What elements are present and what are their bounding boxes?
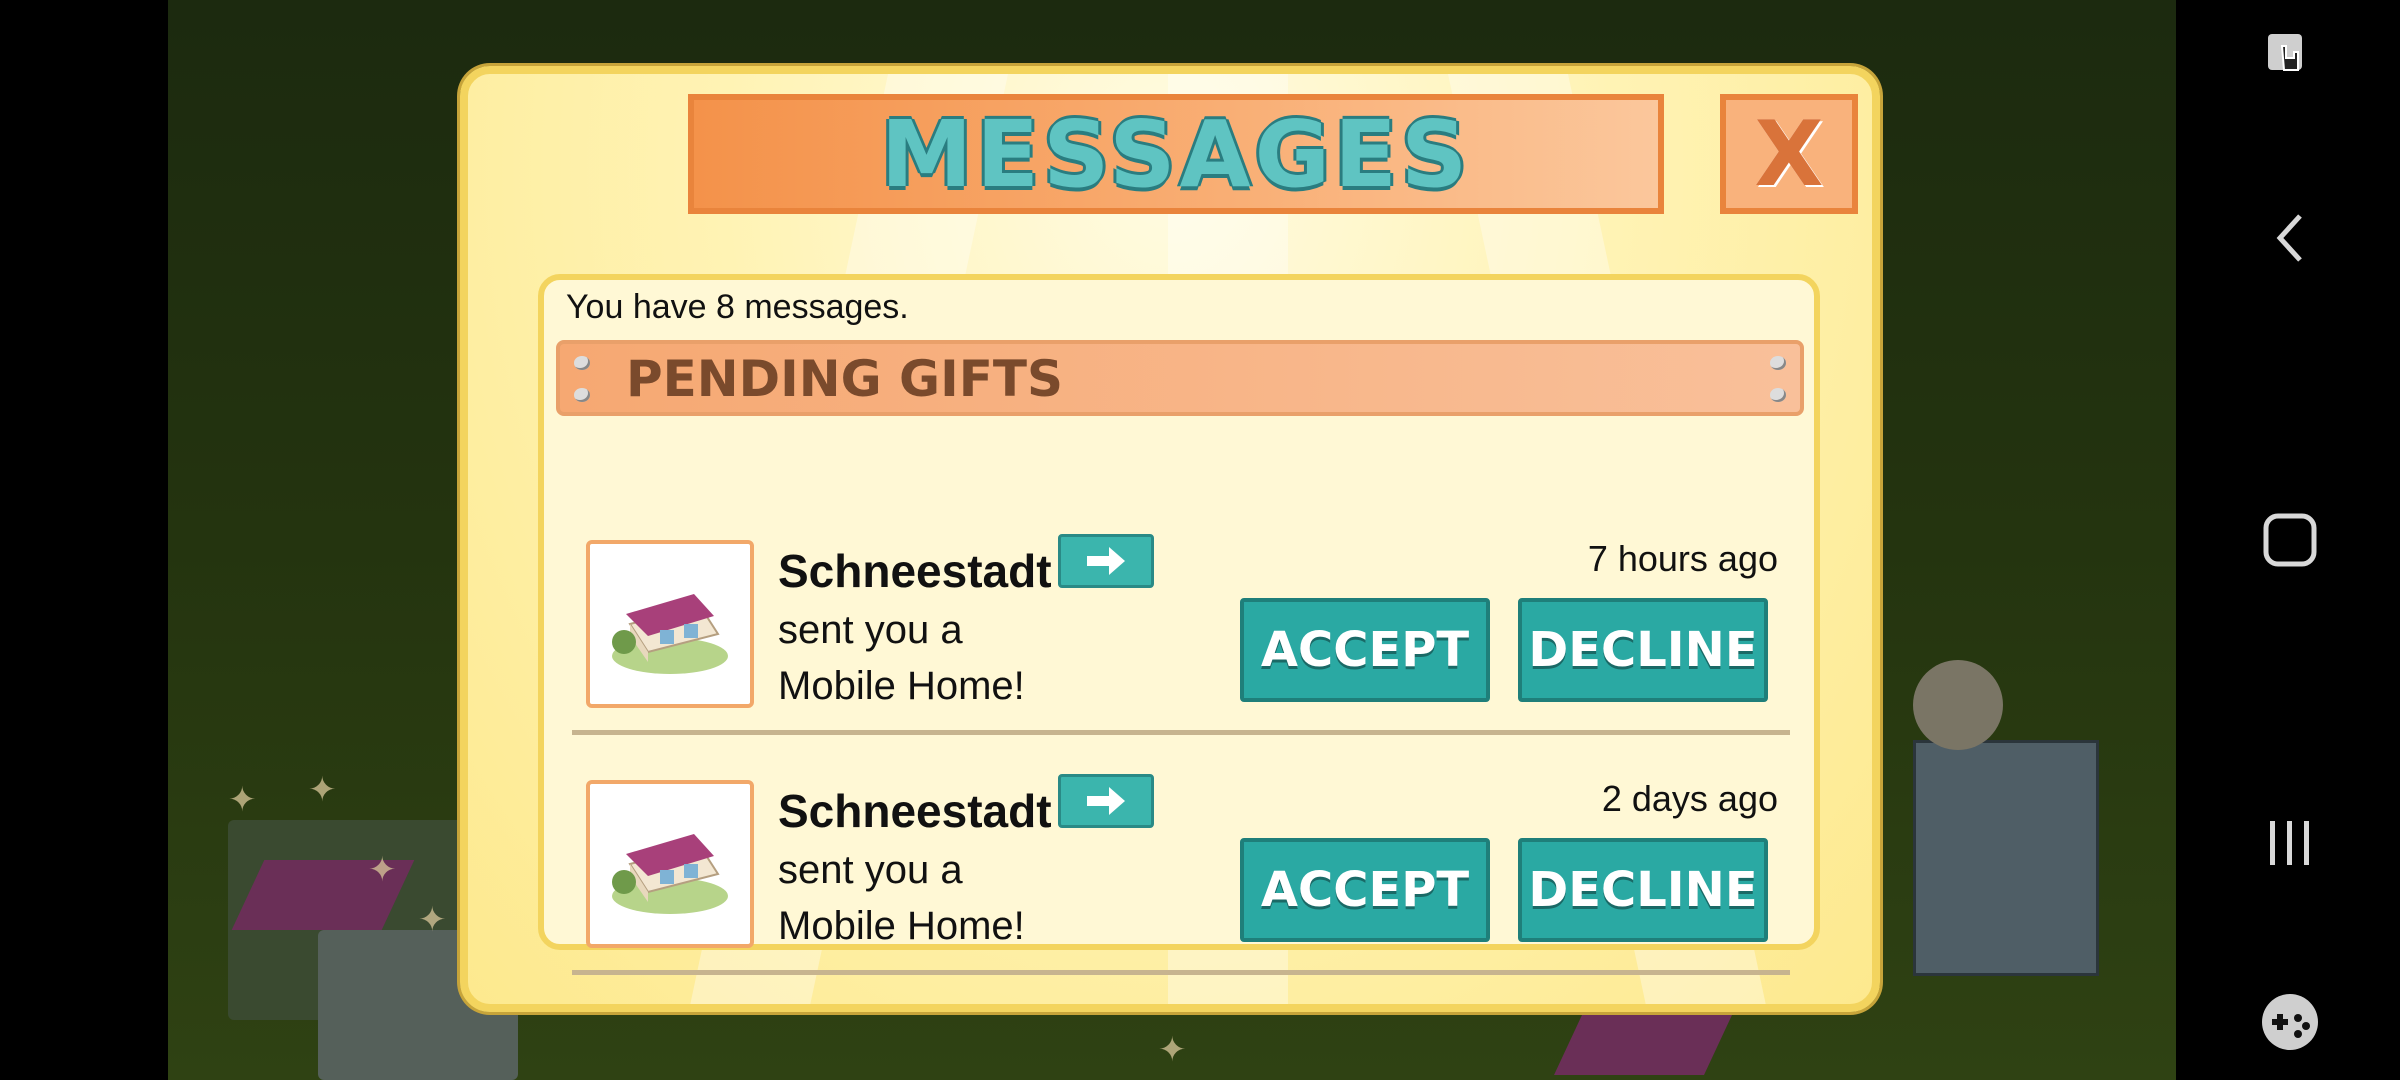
pending-gifts-header: PENDING GIFTS xyxy=(556,340,1804,416)
row-divider xyxy=(572,970,1790,975)
sender-name: Schneestadt xyxy=(778,785,1052,837)
gift-row: Schneestadt sent you a Mobile Home! 2 da… xyxy=(544,766,1814,1004)
arrow-right-icon xyxy=(1087,787,1125,815)
gift-description: sent you a Mobile Home! xyxy=(778,602,1025,714)
sparkle-icon: ✦ xyxy=(368,851,397,889)
game-launcher-icon[interactable] xyxy=(2260,992,2320,1057)
accept-button[interactable]: ACCEPT xyxy=(1240,598,1490,702)
home-icon[interactable] xyxy=(2262,512,2318,573)
decline-button[interactable]: DECLINE xyxy=(1518,838,1768,942)
rivet-icon xyxy=(1770,388,1786,402)
sparkle-icon: ✦ xyxy=(228,781,257,819)
rivet-icon xyxy=(574,388,590,402)
close-button[interactable]: X xyxy=(1720,94,1858,214)
sparkle-icon: ✦ xyxy=(418,901,447,939)
visit-sender-button[interactable] xyxy=(1058,774,1154,828)
rivet-icon xyxy=(574,356,590,370)
title-banner: MESSAGES xyxy=(688,94,1664,214)
messages-panel: You have 8 messages. PENDING GIFTS Schne… xyxy=(538,274,1820,975)
gift-timestamp: 7 hours ago xyxy=(1587,538,1778,579)
decline-button[interactable]: DECLINE xyxy=(1518,598,1768,702)
gift-text-line: sent you a xyxy=(778,848,963,892)
rivet-icon xyxy=(1770,356,1786,370)
office-building xyxy=(1913,740,2099,976)
gift-text-line: Mobile Home! xyxy=(778,904,1025,948)
gift-text-line: Mobile Home! xyxy=(778,664,1025,708)
mobile-home-thumbnail xyxy=(586,540,754,708)
recents-icon[interactable] xyxy=(2262,815,2318,876)
messages-dialog: MESSAGES X You have 8 messages. PENDING … xyxy=(460,66,1880,1012)
mobile-home-thumbnail xyxy=(586,780,754,948)
dialog-title: MESSAGES xyxy=(880,100,1472,208)
visit-sender-button[interactable] xyxy=(1058,534,1154,588)
message-count: You have 8 messages. xyxy=(566,288,909,326)
sparkle-icon: ✦ xyxy=(308,771,337,809)
accept-button[interactable]: ACCEPT xyxy=(1240,838,1490,942)
water-tower xyxy=(1913,660,2003,750)
gift-text-line: sent you a xyxy=(778,608,963,652)
row-divider xyxy=(572,730,1790,735)
gift-description: sent you a Mobile Home! xyxy=(778,842,1025,954)
screen-pointer-icon[interactable] xyxy=(2262,30,2318,91)
gift-timestamp: 2 days ago xyxy=(1601,778,1778,819)
sender-name: Schneestadt xyxy=(778,545,1052,597)
section-title: PENDING GIFTS xyxy=(626,350,1063,408)
arrow-right-icon xyxy=(1087,547,1125,575)
gift-row: Schneestadt sent you a Mobile Home! 7 ho… xyxy=(544,526,1814,766)
building-roof xyxy=(1554,1015,1732,1075)
close-icon: X xyxy=(1754,101,1824,207)
sparkle-icon: ✦ xyxy=(1158,1031,1187,1069)
back-icon[interactable] xyxy=(2270,210,2310,271)
